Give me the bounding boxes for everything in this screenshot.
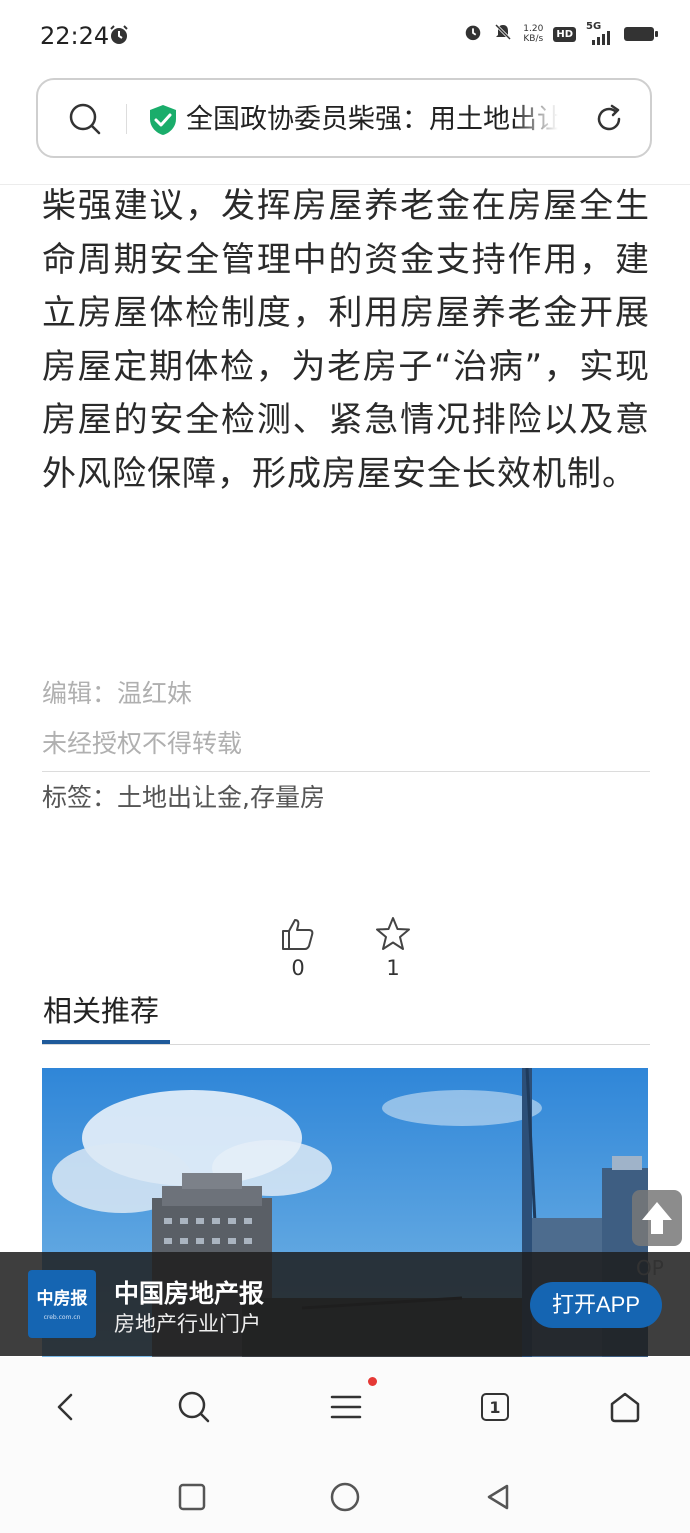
menu-icon	[330, 1395, 362, 1419]
clock: 22:24	[40, 22, 110, 50]
recents-button[interactable]	[172, 1477, 212, 1517]
app-tagline: 房地产行业门户	[114, 1312, 261, 1336]
status-icons: 1.20 KB/s HD 5G	[463, 21, 658, 46]
star-icon	[374, 917, 412, 956]
network-speed-unit: KB/s	[523, 34, 544, 44]
divider	[42, 771, 650, 772]
back-to-top-button[interactable]	[632, 1190, 682, 1246]
search-icon	[178, 1391, 210, 1423]
article-body: 柴强建议，发挥房屋养老金在房屋全生命周期安全管理中的资金支持作用，建立房屋体检制…	[42, 186, 650, 494]
search-button[interactable]	[172, 1385, 216, 1429]
home-button[interactable]	[603, 1385, 647, 1429]
chevron-left-icon	[57, 1393, 73, 1421]
battery-icon	[624, 27, 658, 41]
status-bar: 22:24 1.20 KB/s HD 5G	[0, 0, 690, 72]
hd-badge: HD	[553, 26, 576, 42]
network-speed-value: 1.20	[523, 24, 544, 34]
logo-text: 中房报	[36, 1289, 88, 1309]
secure-shield-icon	[148, 104, 178, 140]
like-count: 0	[291, 956, 305, 980]
app-logo: 中房报 creb.com.cn	[28, 1270, 96, 1338]
square-icon	[178, 1483, 206, 1511]
favorite-button[interactable]: 1	[374, 916, 412, 980]
tabs-button[interactable]: 1	[473, 1385, 517, 1429]
related-section-title: 相关推荐	[43, 994, 160, 1028]
tabs-icon: 1	[481, 1393, 509, 1421]
copyright-notice: 未经授权不得转载	[42, 729, 243, 758]
editor-credit: 编辑：温红妹	[42, 679, 193, 708]
reload-icon[interactable]	[592, 102, 626, 140]
article-tags[interactable]: 标签：土地出让金,存量房	[42, 778, 325, 814]
logo-url: creb.com.cn	[43, 1314, 81, 1321]
home-icon	[610, 1392, 640, 1423]
back-button[interactable]	[44, 1385, 88, 1429]
open-app-button[interactable]: 打开APP	[530, 1282, 662, 1328]
system-back-button[interactable]	[478, 1477, 518, 1517]
search-icon[interactable]	[68, 102, 102, 140]
browser-toolbar: 1	[0, 1357, 690, 1457]
system-nav-bar	[0, 1457, 690, 1533]
address-bar[interactable]: 全国政协委员柴强：用土地出让金	[36, 78, 652, 158]
favorite-count: 1	[386, 956, 400, 980]
like-button[interactable]: 0	[280, 916, 316, 980]
circle-icon	[330, 1482, 360, 1512]
alarm-icon	[463, 22, 483, 46]
menu-button[interactable]	[324, 1385, 368, 1429]
mute-icon	[493, 22, 513, 46]
signal-icon: 5G	[586, 21, 614, 45]
app-promo-banner: 中房报 creb.com.cn 中国房地产报 房地产行业门户 打开APP	[0, 1252, 690, 1356]
divider	[42, 1044, 650, 1045]
alarm-icon	[108, 24, 130, 50]
page-title[interactable]: 全国政协委员柴强：用土地出让金	[186, 100, 558, 140]
tab-count: 1	[489, 1397, 501, 1417]
divider	[126, 104, 127, 134]
app-name: 中国房地产报	[114, 1279, 265, 1308]
arrow-up-icon	[632, 1202, 682, 1250]
notification-dot	[368, 1377, 377, 1386]
thumbs-up-icon	[280, 919, 316, 956]
triangle-back-icon	[487, 1484, 509, 1510]
system-home-button[interactable]	[325, 1477, 365, 1517]
network-speed: 1.20 KB/s	[523, 24, 543, 44]
